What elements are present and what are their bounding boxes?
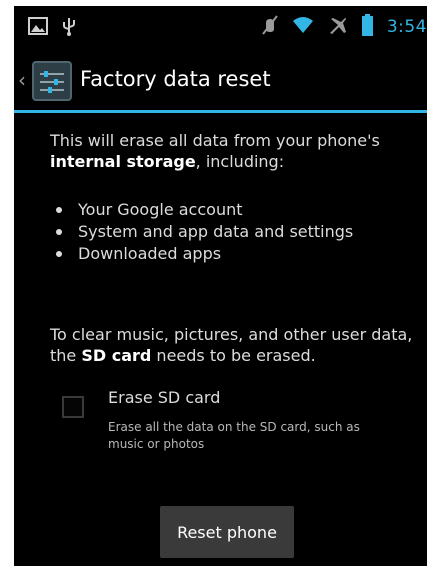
status-right-icons: 3:54 [262,14,427,40]
settings-icon[interactable] [32,61,72,101]
status-clock: 3:54 [386,17,427,37]
status-bar: 3:54 [14,6,427,44]
reset-phone-button[interactable]: Reset phone [160,506,294,558]
airplane-icon [328,15,348,39]
device-screen: 3:54 ‹ Factory data reset This will eras… [14,6,427,566]
erase-sd-summary: Erase all the data on the SD card, such … [108,420,360,451]
battery-icon [361,14,373,40]
action-bar-divider [14,110,427,113]
list-item: System and app data and settings [50,221,353,243]
list-item: Downloaded apps [50,243,353,265]
sd-card-note: To clear music, pictures, and other user… [50,324,425,366]
mute-icon [262,15,278,39]
erase-sd-checkbox[interactable] [62,396,84,418]
sd-note-suffix: needs to be erased. [151,346,316,365]
bullet-dot [56,251,62,257]
up-caret-icon[interactable]: ‹ [18,70,26,90]
sd-note-bold: SD card [81,346,152,365]
intro-text: This will erase all data from your phone… [50,130,420,172]
usb-icon [62,16,76,40]
intro-bold: internal storage [50,152,196,171]
erase-sd-title[interactable]: Erase SD card [108,388,220,407]
image-icon [28,17,48,39]
intro-suffix: , including: [195,152,285,171]
list-item: Your Google account [50,199,353,221]
page-title: Factory data reset [80,67,271,91]
action-bar[interactable]: ‹ Factory data reset [14,54,427,110]
list-item-label: Downloaded apps [78,244,222,263]
status-left-icons [28,16,76,40]
erase-list: Your Google account System and app data … [50,199,353,265]
intro-prefix: This will erase all data from your phone… [50,131,380,150]
bullet-dot [56,229,62,235]
list-item-label: System and app data and settings [78,222,354,241]
wifi-icon [292,16,314,38]
bullet-dot [56,207,62,213]
list-item-label: Your Google account [78,200,243,219]
